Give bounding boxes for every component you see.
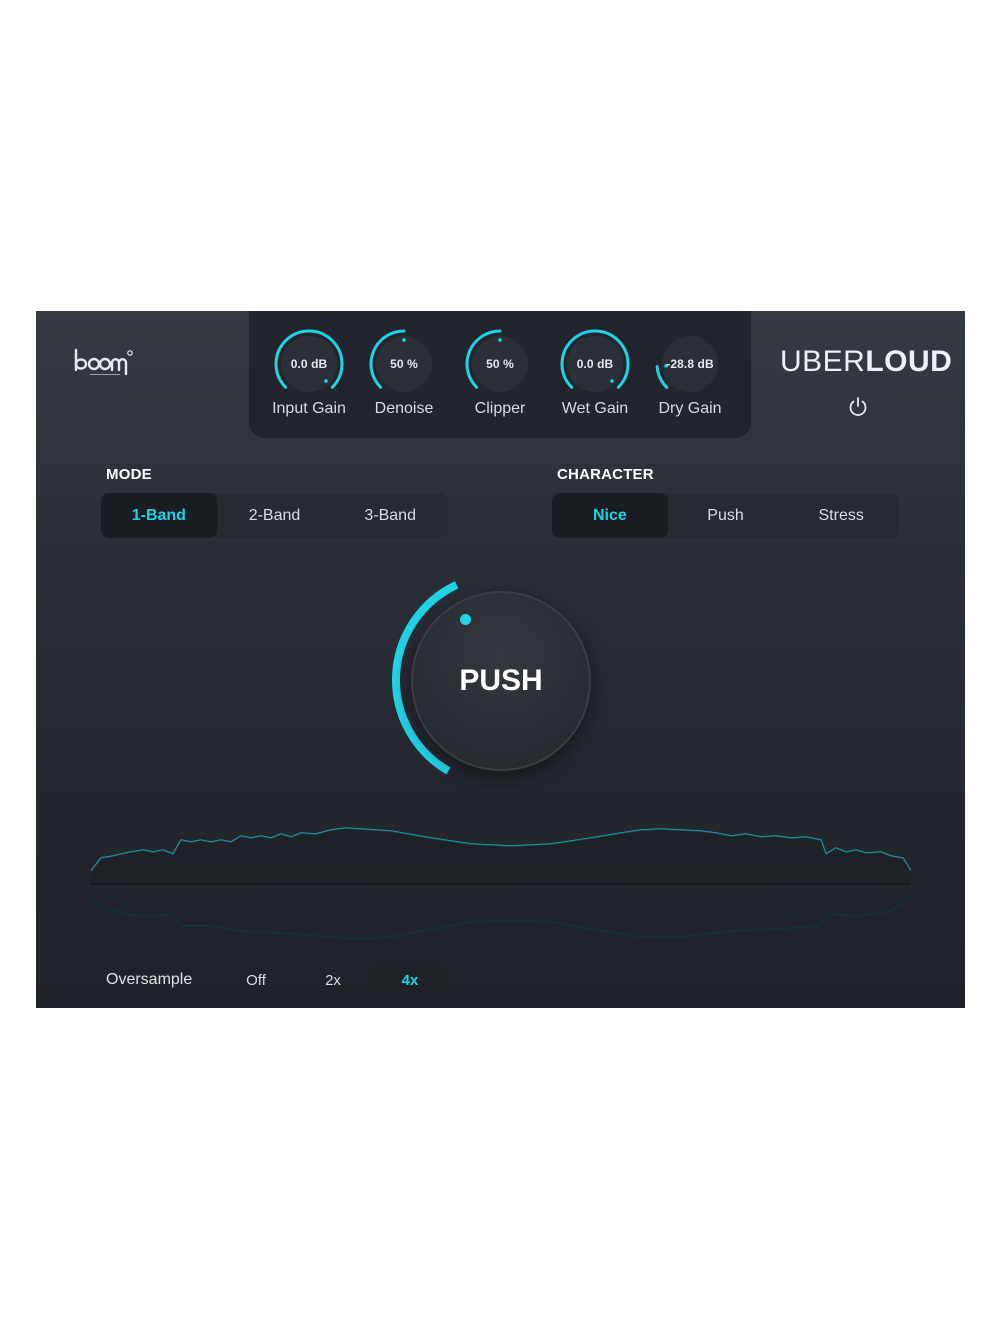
- oversample-option-2x[interactable]: 2x: [297, 966, 369, 994]
- mode-option-2-band[interactable]: 2-Band: [217, 493, 333, 538]
- knob-value: 0.0 dB: [290, 357, 328, 371]
- power-icon[interactable]: [847, 396, 869, 418]
- knob-label: Clipper: [474, 400, 526, 417]
- push-knob-control[interactable]: PUSH: [381, 573, 601, 793]
- character-label: CHARACTER: [557, 466, 654, 483]
- push-knob-label: PUSH: [459, 664, 543, 697]
- boom-logo-icon: [74, 348, 133, 376]
- mode-label: MODE: [106, 466, 152, 483]
- title-bold: LOUD: [865, 345, 953, 378]
- top-knob-panel: 0.0 dB Input Gain 50 % Denoise 50 % Clipper 0.…: [249, 311, 751, 438]
- knob-input-gain[interactable]: 0.0 dB: [271, 326, 347, 402]
- knob-value: -28.8 dB: [666, 357, 714, 371]
- oversample-option-off[interactable]: Off: [220, 966, 292, 994]
- uberloud-plugin-window: 0.0 dB Input Gain 50 % Denoise 50 % Clipper 0.…: [36, 311, 965, 1008]
- knob-label: Input Gain: [272, 400, 346, 417]
- waveform-display: [91, 827, 911, 940]
- mode-option-3-band[interactable]: 3-Band: [332, 493, 448, 538]
- knob-dry-gain[interactable]: -28.8 dB: [652, 326, 728, 402]
- knob-label: Dry Gain: [658, 400, 722, 417]
- character-option-stress[interactable]: Stress: [783, 493, 899, 538]
- knob-denoise[interactable]: 50 %: [366, 326, 442, 402]
- mode-selector: 1-Band 2-Band 3-Band: [101, 493, 448, 538]
- knob-label: Denoise: [374, 400, 434, 417]
- knob-clipper[interactable]: 50 %: [462, 326, 538, 402]
- product-title: UBERLOUD: [780, 345, 952, 379]
- character-option-push[interactable]: Push: [668, 493, 784, 538]
- knob-label: Wet Gain: [561, 400, 629, 417]
- oversample-label: Oversample: [106, 971, 193, 988]
- push-knob-indicator: [460, 614, 471, 625]
- knob-value: 50 %: [390, 357, 418, 371]
- character-selector: Nice Push Stress: [552, 493, 899, 538]
- knob-wet-gain[interactable]: 0.0 dB: [557, 326, 633, 402]
- mode-option-1-band[interactable]: 1-Band: [101, 493, 217, 538]
- knob-value: 50 %: [486, 357, 514, 371]
- oversample-option-4x[interactable]: 4x: [374, 966, 446, 994]
- title-thin: UBER: [780, 345, 866, 378]
- knob-value: 0.0 dB: [576, 357, 614, 371]
- character-option-nice[interactable]: Nice: [552, 493, 668, 538]
